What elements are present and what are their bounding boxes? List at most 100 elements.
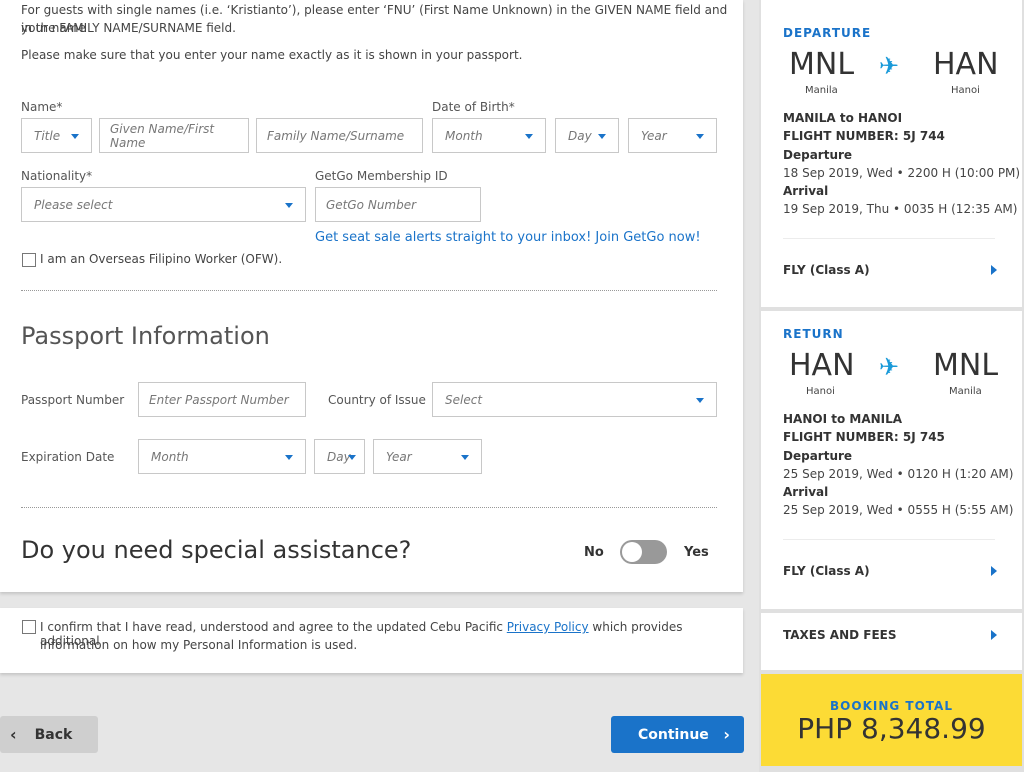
departure-from-code: MNL — [789, 47, 855, 82]
back-button-label: Back — [34, 726, 73, 743]
title-select[interactable]: Title — [21, 118, 92, 153]
departure-fare[interactable]: FLY (Class A) — [783, 263, 870, 277]
booking-total-label: BOOKING TOTAL — [830, 699, 953, 713]
airplane-icon: ✈ — [879, 52, 900, 80]
expiry-day-select[interactable]: Day — [314, 439, 365, 474]
caret-down-icon — [598, 134, 606, 139]
getgo-input[interactable]: GetGo Number — [315, 187, 481, 222]
caret-down-icon — [285, 203, 293, 208]
getgo-placeholder: GetGo Number — [326, 197, 417, 212]
return-to-code: MNL — [933, 348, 999, 383]
return-arr-time: 25 Sep 2019, Wed • 0555 H (5:55 AM) — [783, 503, 1014, 517]
dob-year-select[interactable]: Year — [628, 118, 717, 153]
nationality-placeholder: Please select — [34, 197, 113, 212]
nationality-label: Nationality* — [21, 169, 93, 183]
consent-text-before: I confirm that I have read, understood a… — [40, 620, 507, 634]
departure-to-city: Hanoi — [951, 85, 980, 96]
consent-text-line2: information on how my Personal Informati… — [40, 638, 358, 652]
exact-name-note: Please make sure that you enter your nam… — [21, 48, 523, 62]
consent-card: I confirm that I have read, understood a… — [0, 608, 743, 673]
assistance-no-label: No — [584, 545, 604, 560]
departure-dep-label: Departure — [783, 148, 853, 162]
expiry-month-placeholder: Month — [151, 449, 189, 464]
given-name-input[interactable]: Given Name/First Name — [99, 118, 249, 153]
departure-from-city: Manila — [805, 85, 838, 96]
caret-down-icon — [461, 455, 469, 460]
consent-checkbox[interactable] — [22, 620, 36, 634]
departure-arr-label: Arrival — [783, 184, 829, 198]
departure-arr-time: 19 Sep 2019, Thu • 0035 H (12:35 AM) — [783, 202, 1018, 216]
chevron-left-icon: ‹ — [10, 725, 17, 744]
getgo-join-link[interactable]: Get seat sale alerts straight to your in… — [315, 230, 701, 245]
booking-total-box: BOOKING TOTAL PHP 8,348.99 — [761, 674, 1022, 766]
divider — [21, 507, 717, 508]
country-issue-select[interactable]: Select — [432, 382, 717, 417]
passport-number-placeholder: Enter Passport Number — [149, 392, 289, 407]
nationality-select[interactable]: Please select — [21, 187, 306, 222]
booking-summary-panel: DEPARTURE MNL Manila ✈ HAN Hanoi MANILA … — [759, 0, 1024, 772]
country-issue-placeholder: Select — [445, 392, 483, 407]
return-arr-label: Arrival — [783, 485, 829, 499]
return-dep-time: 25 Sep 2019, Wed • 0120 H (1:20 AM) — [783, 467, 1014, 481]
booking-total-amount: PHP 8,348.99 — [797, 712, 986, 745]
chevron-right-icon[interactable] — [991, 566, 997, 576]
expiry-label: Expiration Date — [21, 450, 115, 464]
title-placeholder: Title — [34, 128, 61, 143]
chevron-right-icon[interactable] — [991, 630, 997, 640]
divider — [783, 539, 995, 540]
passport-number-label: Passport Number — [21, 393, 125, 407]
chevron-right-icon[interactable] — [991, 265, 997, 275]
dob-day-select[interactable]: Day — [555, 118, 619, 153]
country-issue-label: Country of Issue — [328, 393, 426, 407]
return-fare[interactable]: FLY (Class A) — [783, 564, 870, 578]
given-name-placeholder: Given Name/First Name — [110, 121, 215, 150]
single-name-note-line2: in the FAMILY NAME/SURNAME field. — [21, 21, 236, 35]
caret-down-icon — [696, 134, 704, 139]
passport-heading: Passport Information — [21, 322, 270, 350]
back-button[interactable]: ‹ Back — [0, 716, 98, 753]
chevron-right-icon: › — [723, 725, 730, 744]
dob-label: Date of Birth* — [432, 100, 515, 114]
return-dep-label: Departure — [783, 449, 853, 463]
departure-card: DEPARTURE MNL Manila ✈ HAN Hanoi MANILA … — [761, 0, 1022, 307]
assistance-yes-label: Yes — [684, 545, 709, 560]
assistance-toggle[interactable] — [620, 540, 667, 564]
airplane-icon: ✈ — [879, 353, 900, 381]
return-from-city: Hanoi — [806, 386, 835, 397]
return-route: HANOI to MANILA — [783, 412, 903, 426]
return-tag: RETURN — [783, 327, 844, 341]
return-from-code: HAN — [789, 348, 855, 383]
departure-flight-number: FLIGHT NUMBER: 5J 744 — [783, 129, 945, 143]
dob-year-placeholder: Year — [641, 128, 667, 143]
expiry-year-select[interactable]: Year — [373, 439, 482, 474]
ofw-checkbox[interactable] — [22, 253, 36, 267]
expiry-year-placeholder: Year — [386, 449, 412, 464]
departure-to-code: HAN — [933, 47, 999, 82]
dob-day-placeholder: Day — [568, 128, 592, 143]
caret-down-icon — [348, 455, 356, 460]
getgo-label: GetGo Membership ID — [315, 169, 448, 183]
return-flight-number: FLIGHT NUMBER: 5J 745 — [783, 430, 945, 444]
caret-down-icon — [696, 398, 704, 403]
passport-number-input[interactable]: Enter Passport Number — [138, 382, 306, 417]
expiry-month-select[interactable]: Month — [138, 439, 306, 474]
privacy-policy-link[interactable]: Privacy Policy — [507, 620, 589, 634]
family-name-input[interactable]: Family Name/Surname — [256, 118, 423, 153]
toggle-knob — [622, 542, 642, 562]
taxes-fees-card[interactable]: TAXES AND FEES — [761, 613, 1022, 670]
taxes-fees-label[interactable]: TAXES AND FEES — [783, 628, 897, 642]
return-card: RETURN HAN Hanoi ✈ MNL Manila HANOI to M… — [761, 311, 1022, 609]
departure-tag: DEPARTURE — [783, 26, 872, 40]
continue-button[interactable]: Continue › — [611, 716, 744, 753]
dob-month-select[interactable]: Month — [432, 118, 546, 153]
caret-down-icon — [71, 134, 79, 139]
divider — [783, 238, 995, 239]
departure-route: MANILA to HANOI — [783, 111, 903, 125]
caret-down-icon — [285, 455, 293, 460]
family-name-placeholder: Family Name/Surname — [267, 128, 405, 143]
name-label: Name* — [21, 100, 63, 114]
ofw-label: I am an Overseas Filipino Worker (OFW). — [40, 252, 283, 266]
dob-month-placeholder: Month — [445, 128, 483, 143]
guest-details-card: For guests with single names (i.e. ‘Kris… — [0, 0, 743, 592]
divider — [21, 290, 717, 291]
